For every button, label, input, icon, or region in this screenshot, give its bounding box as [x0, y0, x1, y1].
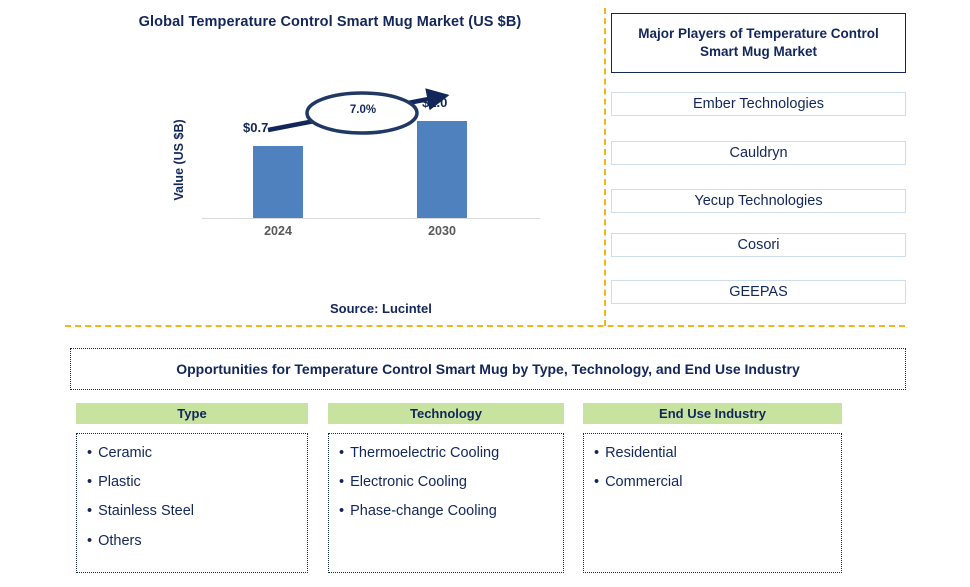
segment-body-technology: Thermoelectric Cooling Electronic Coolin… [328, 433, 564, 573]
segment-list-item: Stainless Steel [87, 504, 299, 519]
player-item[interactable]: Cosori [611, 233, 906, 257]
vertical-divider [604, 8, 606, 326]
segment-header-technology: Technology [328, 403, 564, 424]
x-tick-2030: 2030 [428, 224, 456, 238]
bar-2024 [253, 146, 303, 218]
segment-list-item: Residential [594, 445, 833, 461]
infographic-root: Global Temperature Control Smart Mug Mar… [0, 0, 970, 587]
segment-body-type: Ceramic Plastic Stainless Steel Others [76, 433, 308, 573]
chart-title: Global Temperature Control Smart Mug Mar… [138, 14, 522, 30]
x-tick-2024: 2024 [264, 224, 292, 238]
player-item[interactable]: GEEPAS [611, 280, 906, 304]
player-item[interactable]: Cauldryn [611, 141, 906, 165]
segment-list-item: Electronic Cooling [339, 474, 555, 490]
segment-header-type: Type [76, 403, 308, 424]
player-item[interactable]: Yecup Technologies [611, 189, 906, 213]
player-item[interactable]: Ember Technologies [611, 92, 906, 116]
segment-list-item: Plastic [87, 474, 299, 490]
major-players-header: Major Players of Temperature Control Sma… [611, 13, 906, 73]
opportunities-banner: Opportunities for Temperature Control Sm… [70, 348, 906, 390]
chart-plot-area: $0.7 $1.0 2024 2030 7.0% [202, 88, 540, 248]
bar-chart: Value (US $B) $0.7 $1.0 2024 2030 7.0% [170, 88, 540, 248]
segment-header-end-use-industry: End Use Industry [583, 403, 842, 424]
segment-list-item: Ceramic [87, 445, 299, 461]
segment-list-item: Thermoelectric Cooling [339, 445, 555, 461]
segment-body-end-use-industry: Residential Commercial [583, 433, 842, 573]
cagr-label: 7.0% [349, 104, 377, 116]
segment-list-item: Phase-change Cooling [339, 504, 555, 519]
y-axis-label: Value (US $B) [172, 119, 186, 201]
segment-list-item: Commercial [594, 474, 833, 490]
x-axis-line [202, 218, 540, 219]
cagr-growth-arrow-icon [267, 88, 450, 135]
segment-list-item: Others [87, 533, 299, 549]
horizontal-divider [65, 325, 905, 327]
source-label: Source: Lucintel [330, 301, 432, 316]
